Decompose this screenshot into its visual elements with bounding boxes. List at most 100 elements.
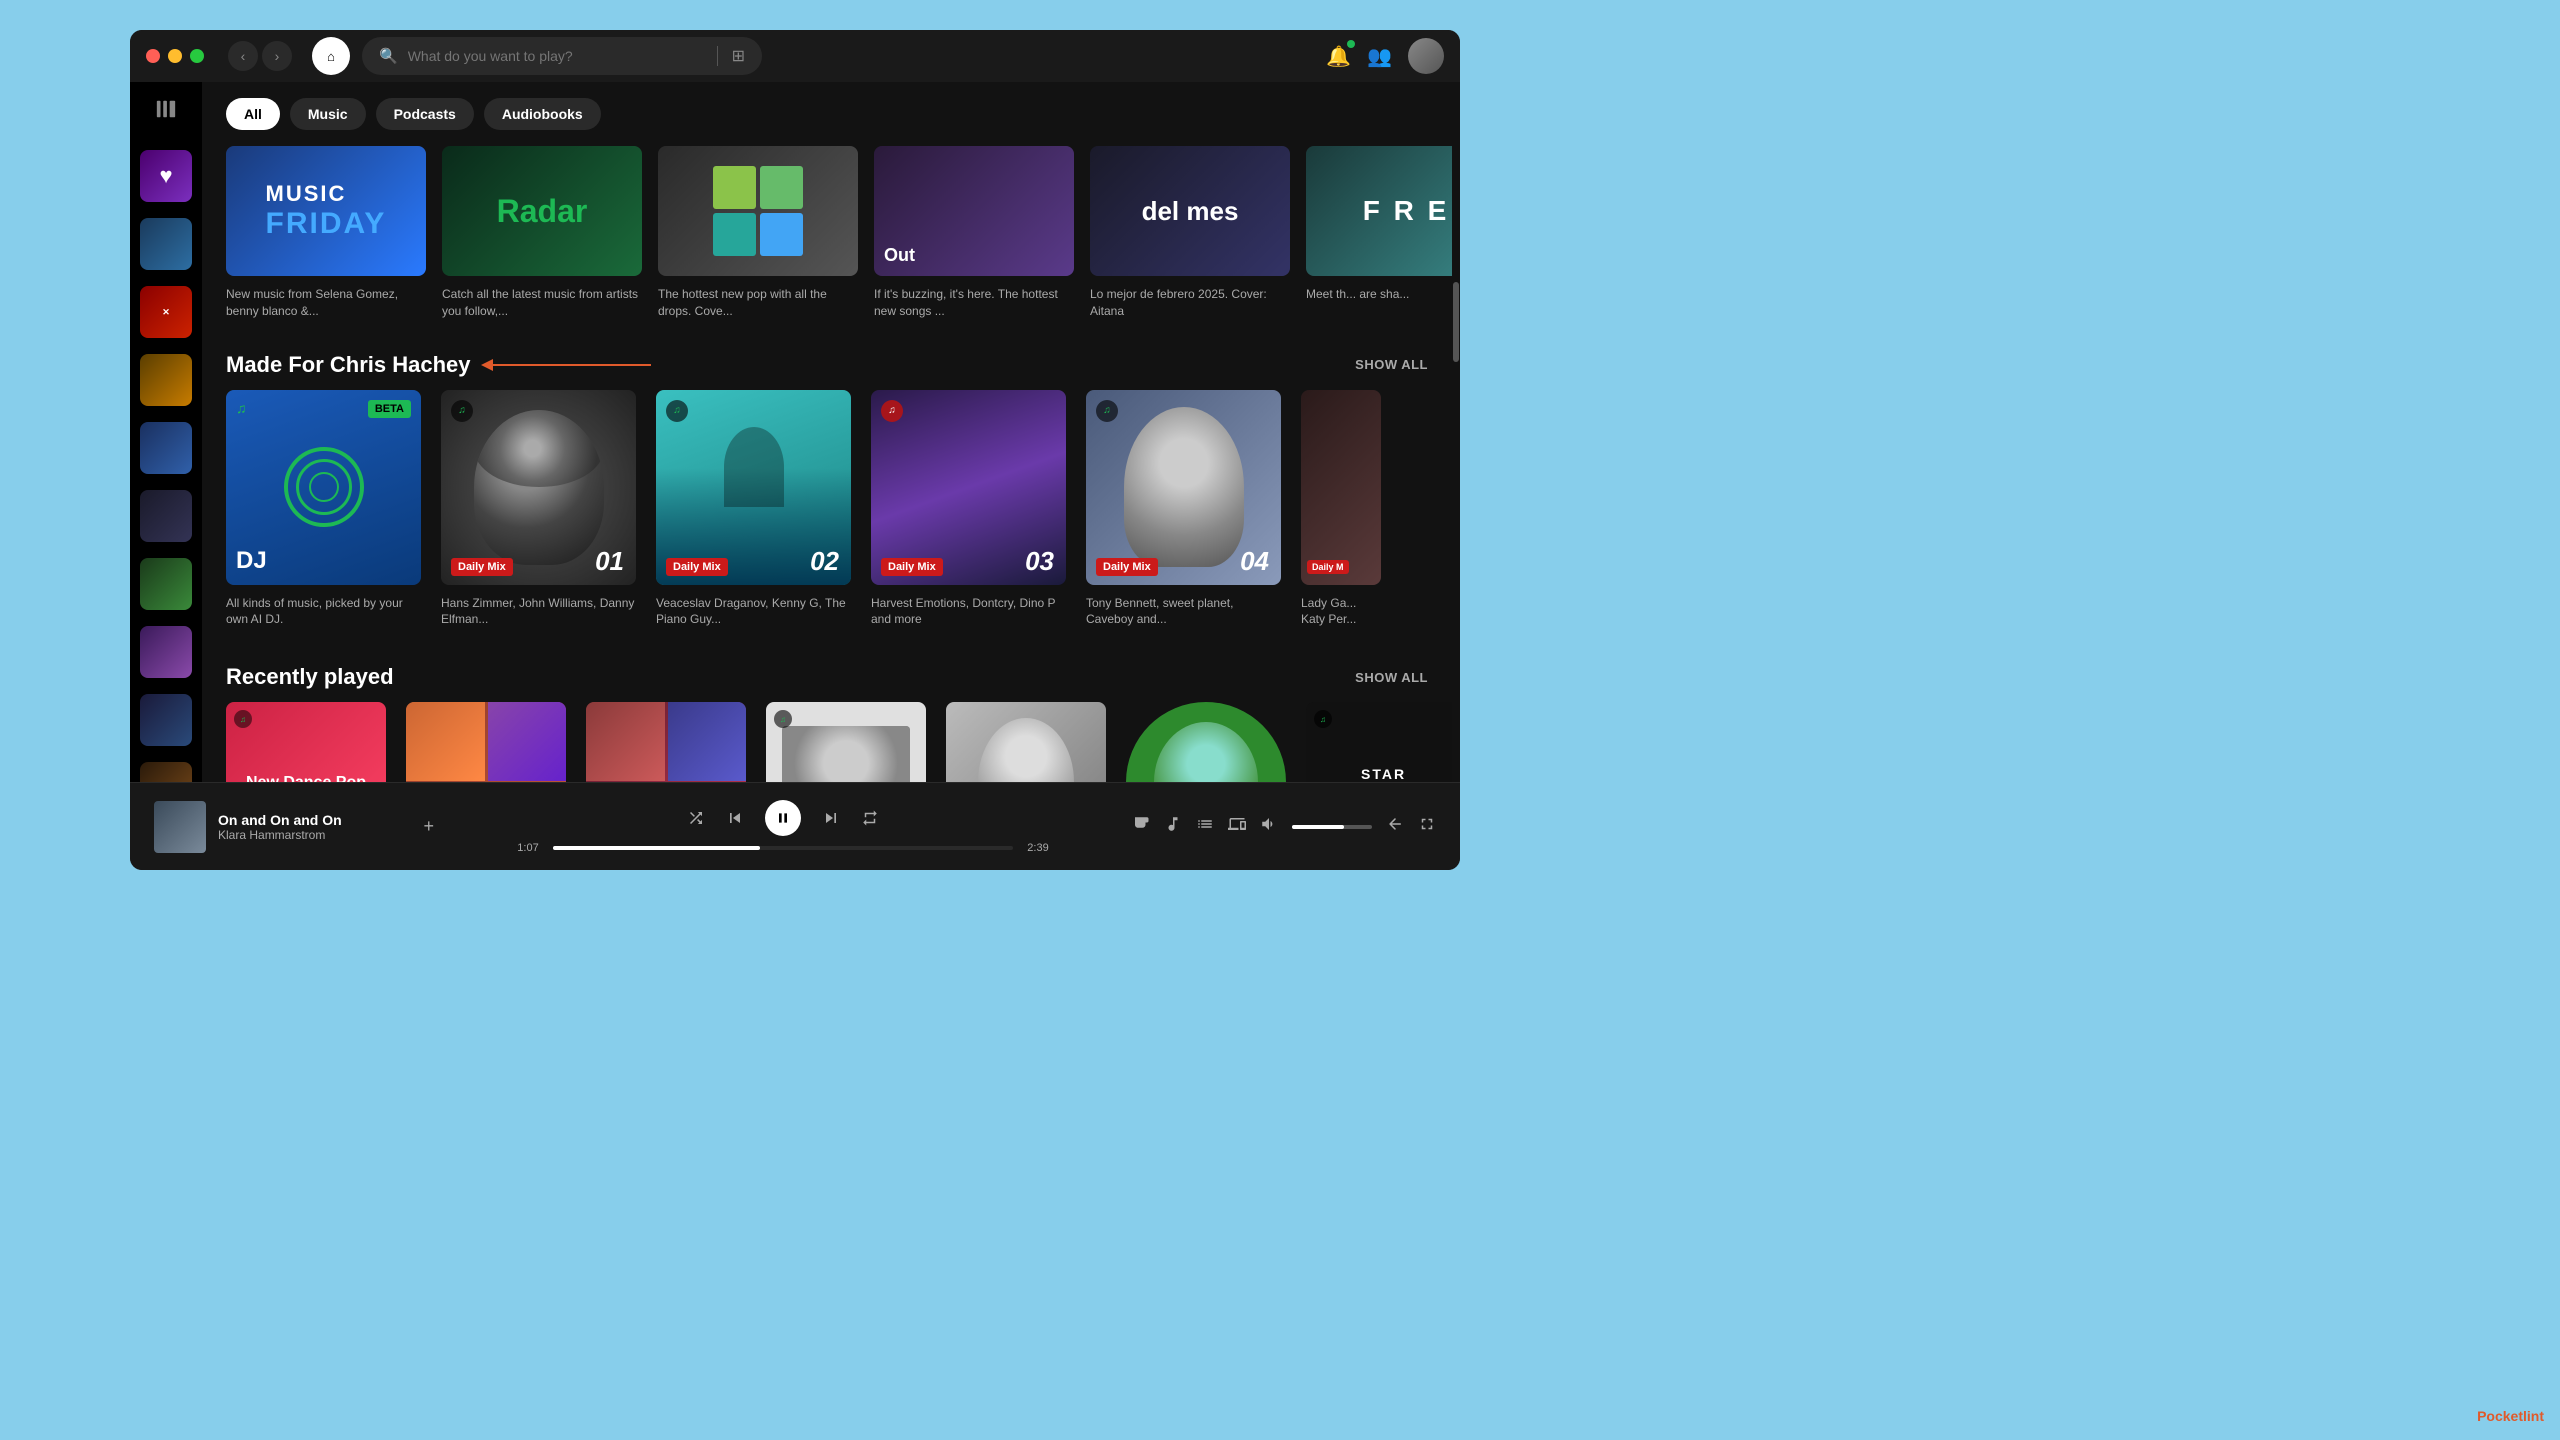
home-icon: ⌂ bbox=[327, 49, 335, 64]
friends-button[interactable]: 👥 bbox=[1367, 44, 1392, 69]
recent-card-star-wars[interactable]: ♫ STARWARS Star Wars bbox=[1306, 702, 1452, 782]
back-button[interactable]: ‹ bbox=[228, 41, 258, 71]
recent-card-lady-gaga[interactable]: ♫ THIS IS Lady Gaga This IS Lady Gaga bbox=[766, 702, 926, 782]
queue-button[interactable] bbox=[1196, 815, 1214, 838]
play-pause-button[interactable] bbox=[765, 800, 801, 836]
daily-mix-label-1: Daily Mix bbox=[451, 557, 513, 575]
previous-button[interactable] bbox=[725, 808, 745, 828]
playlist-card-free[interactable]: F R E Meet th... are sha... bbox=[1306, 146, 1452, 320]
browse-icon: ⊞ bbox=[732, 46, 745, 66]
sidebar: ♥ ✕ bbox=[130, 82, 202, 782]
recently-played-show-all[interactable]: Show all bbox=[1355, 670, 1428, 685]
progress-bar[interactable] bbox=[553, 846, 1013, 850]
mix-thumb-daily-5: Daily M bbox=[1301, 390, 1381, 585]
recent-thumb-dance-person bbox=[946, 702, 1106, 782]
filter-all[interactable]: All bbox=[226, 98, 280, 130]
playlist-card-new-music-friday[interactable]: MUSICFRIDAY New music from Selena Gomez,… bbox=[226, 146, 426, 320]
scrollbar-thumb[interactable] bbox=[1453, 282, 1459, 362]
now-playing-button[interactable] bbox=[1132, 815, 1150, 838]
recent-card-beautiful-drug[interactable]: Beautiful Drug bbox=[406, 702, 566, 782]
notification-badge bbox=[1347, 40, 1355, 48]
avatar-image bbox=[1408, 38, 1444, 74]
repeat-button[interactable] bbox=[861, 809, 879, 827]
notifications-button[interactable]: 🔔 bbox=[1326, 44, 1351, 69]
sidebar-item-playlist-5[interactable] bbox=[140, 422, 192, 474]
daily-mix-num-4: 04 bbox=[1240, 546, 1269, 577]
volume-button[interactable] bbox=[1260, 815, 1278, 838]
made-for-cards-row: ♫ DJ BETA All kinds of music, picked by … bbox=[202, 390, 1452, 649]
mix-card-daily-4[interactable]: ♫ Daily Mix 04 Tony Bennett, sweet plane… bbox=[1086, 390, 1281, 629]
sidebar-item-playlist-8[interactable] bbox=[140, 626, 192, 678]
sidebar-item-playlist-6[interactable] bbox=[140, 490, 192, 542]
volume-bar[interactable] bbox=[1292, 825, 1372, 829]
search-icon: 🔍 bbox=[379, 47, 398, 65]
sidebar-item-playlist-7[interactable] bbox=[140, 558, 192, 610]
sidebar-item-playlist-9[interactable] bbox=[140, 694, 192, 746]
player-track-name: On and On and On bbox=[218, 812, 411, 828]
recent-card-love-song[interactable]: Love Song bbox=[586, 702, 746, 782]
filter-audiobooks[interactable]: Audiobooks bbox=[484, 98, 601, 130]
spotify-badge-4: ♫ bbox=[1096, 400, 1118, 422]
playlist-card-new-releases[interactable]: Out If it's buzzing, it's here. The hott… bbox=[874, 146, 1074, 320]
filter-music[interactable]: Music bbox=[290, 98, 366, 130]
player-buttons bbox=[687, 800, 879, 836]
recent-card-dance-pop[interactable]: ♫ New Dance Pop New Dance Pop bbox=[226, 702, 386, 782]
daily-mix-label-3: Daily Mix bbox=[881, 557, 943, 575]
maximize-button[interactable] bbox=[190, 49, 204, 63]
playlist-card-hot-hits[interactable]: The hottest new pop with all the drops. … bbox=[658, 146, 858, 320]
player-bar: On and On and On Klara Hammarstrom + bbox=[130, 782, 1460, 870]
title-bar: ‹ › ⌂ 🔍 ⊞ 🔔 👥 bbox=[130, 30, 1460, 82]
close-button[interactable] bbox=[146, 49, 160, 63]
recent-card-artist[interactable]: Artist bbox=[1126, 702, 1286, 782]
sidebar-item-playlist-10[interactable] bbox=[140, 762, 192, 782]
recent-card-dance-person[interactable]: Dance bbox=[946, 702, 1106, 782]
player-artist: Klara Hammarstrom bbox=[218, 828, 411, 842]
app-body: ♥ ✕ All Music Podcasts Audiobooks bbox=[130, 82, 1460, 782]
scrollbar-track[interactable] bbox=[1452, 82, 1460, 782]
search-divider bbox=[717, 46, 718, 66]
minimize-button[interactable] bbox=[168, 49, 182, 63]
made-for-show-all[interactable]: Show all bbox=[1355, 357, 1428, 372]
lyrics-button[interactable] bbox=[1164, 815, 1182, 838]
mix-card-daily-3[interactable]: ♫ Daily Mix 03 Harvest Emotions, Dontcry… bbox=[871, 390, 1066, 629]
user-avatar[interactable] bbox=[1408, 38, 1444, 74]
sidebar-item-playlist-2[interactable] bbox=[140, 218, 192, 270]
mix-card-dj[interactable]: ♫ DJ BETA All kinds of music, picked by … bbox=[226, 390, 421, 629]
search-bar[interactable]: 🔍 ⊞ bbox=[362, 37, 762, 75]
daily-mix-num-1: 01 bbox=[595, 546, 624, 577]
player-extra-controls bbox=[1132, 815, 1436, 838]
home-button[interactable]: ⌂ bbox=[312, 37, 350, 75]
made-for-section-header: Made For Chris Hachey Show all bbox=[202, 336, 1452, 390]
player-add-button[interactable]: + bbox=[423, 816, 434, 837]
devices-button[interactable] bbox=[1228, 815, 1246, 838]
filter-podcasts[interactable]: Podcasts bbox=[376, 98, 474, 130]
daily-mix-num-3: 03 bbox=[1025, 546, 1054, 577]
dj-label: DJ bbox=[236, 547, 267, 575]
playlist-card-radar[interactable]: Radar Catch all the latest music from ar… bbox=[442, 146, 642, 320]
spotify-logo-dj: ♫ bbox=[236, 400, 247, 416]
playlist-desc-del-mes: Lo mejor de febrero 2025. Cover: Aitana bbox=[1090, 286, 1290, 320]
shuffle-button[interactable] bbox=[687, 809, 705, 827]
time-total: 2:39 bbox=[1023, 842, 1053, 854]
search-input[interactable] bbox=[408, 48, 703, 64]
sidebar-item-playlist-4[interactable] bbox=[140, 354, 192, 406]
volume-fill bbox=[1292, 825, 1344, 829]
mix-card-daily-5[interactable]: Daily M Lady Ga... Katy Per... bbox=[1301, 390, 1381, 629]
pocketlint-text-after: int bbox=[2527, 1408, 2544, 1424]
daily-mix-num-2: 02 bbox=[810, 546, 839, 577]
mix-desc-daily-2: Veaceslav Draganov, Kenny G, The Piano G… bbox=[656, 595, 851, 629]
miniplayer-button[interactable] bbox=[1386, 815, 1404, 838]
mix-card-daily-2[interactable]: ♫ Daily Mix 02 Veaceslav Draganov, Kenny… bbox=[656, 390, 851, 629]
mix-thumb-dj: ♫ DJ BETA bbox=[226, 390, 421, 585]
main-content[interactable]: All Music Podcasts Audiobooks MUSICFRIDA… bbox=[202, 82, 1452, 782]
playlist-card-del-mes[interactable]: del mes Lo mejor de febrero 2025. Cover:… bbox=[1090, 146, 1290, 320]
sidebar-item-playlist-3[interactable]: ✕ bbox=[140, 286, 192, 338]
pocketlint-watermark: Pocketlint bbox=[2477, 1408, 2544, 1424]
next-button[interactable] bbox=[821, 808, 841, 828]
sidebar-item-liked-songs[interactable]: ♥ bbox=[140, 150, 192, 202]
fullscreen-button[interactable] bbox=[1418, 815, 1436, 838]
time-current: 1:07 bbox=[513, 842, 543, 854]
library-icon[interactable] bbox=[155, 98, 177, 126]
mix-card-daily-1[interactable]: ♫ Daily Mix 01 Hans Zimmer, John William… bbox=[441, 390, 636, 629]
forward-button[interactable]: › bbox=[262, 41, 292, 71]
